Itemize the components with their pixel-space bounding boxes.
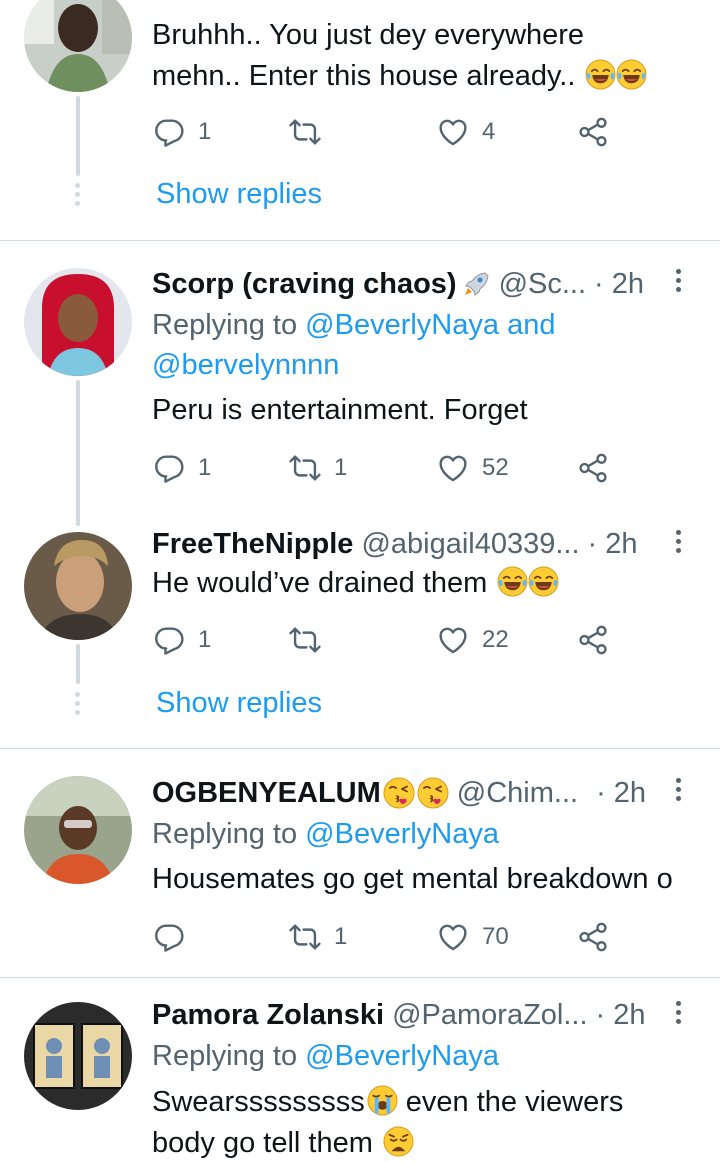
tweet-header: Scorp (craving chaos) @Sc... · 2h: [152, 264, 660, 304]
share-button[interactable]: [576, 448, 610, 488]
avatar[interactable]: [24, 0, 132, 92]
tweet-text: Housemates go get mental breakdown o: [152, 863, 673, 895]
user-handle[interactable]: @Sc...: [499, 264, 586, 304]
share-icon: [576, 920, 610, 954]
laughing-emoji-icon: [497, 566, 528, 597]
display-name[interactable]: OGBENYEALUM: [152, 773, 381, 813]
laughing-emoji-icon: [528, 566, 559, 597]
display-name[interactable]: Pamora Zolanski: [152, 995, 384, 1035]
tweet-actions: 1 1 52: [152, 448, 622, 488]
divider: [0, 240, 720, 241]
retweet-button[interactable]: 1: [288, 917, 347, 957]
reply-icon: [152, 623, 186, 657]
crying-emoji-icon: [367, 1085, 398, 1116]
share-icon: [576, 451, 610, 485]
retweet-button[interactable]: 1: [288, 448, 347, 488]
thread-ellipsis: [74, 183, 82, 210]
retweet-icon: [288, 623, 322, 657]
tweet-text: He would’ve drained them: [152, 563, 700, 604]
tweet-text: Swearsssssssss even the viewers body go …: [152, 1085, 624, 1159]
tweet-header: OGBENYEALUM @Chim... · 2h: [152, 773, 660, 813]
like-button[interactable]: 4: [436, 112, 495, 152]
mention-link[interactable]: @BeverlyNaya: [305, 1040, 499, 1072]
mention-link[interactable]: @bervelynnnn: [152, 349, 339, 381]
reply-button[interactable]: 1: [152, 448, 211, 488]
laughing-emoji-icon: [585, 59, 616, 90]
mention-link[interactable]: @BeverlyNaya: [305, 818, 499, 850]
more-icon[interactable]: [676, 778, 686, 805]
tweet-text: Peru is entertainment. Forget: [152, 394, 528, 426]
retweet-icon: [288, 451, 322, 485]
share-button[interactable]: [576, 112, 610, 152]
weary-emoji-icon: [383, 1126, 414, 1157]
reply-icon: [152, 451, 186, 485]
share-icon: [576, 115, 610, 149]
retweet-icon: [288, 115, 322, 149]
like-button[interactable]: 70: [436, 917, 509, 957]
tweet-text: Bruhhh.. You just dey everywhere mehn.. …: [152, 15, 700, 97]
more-icon[interactable]: [676, 530, 686, 557]
tweet-actions: 1 70: [152, 917, 622, 957]
kissing-emoji-icon: [383, 777, 415, 809]
reply-button[interactable]: [152, 917, 198, 957]
heart-icon: [436, 451, 470, 485]
more-icon[interactable]: [676, 269, 686, 296]
timestamp[interactable]: 2h: [613, 995, 645, 1035]
timestamp[interactable]: 2h: [612, 264, 644, 304]
mention-link[interactable]: @BeverlyNaya: [305, 309, 499, 341]
timestamp[interactable]: 2h: [614, 773, 646, 813]
reply-button[interactable]: 1: [152, 620, 211, 660]
share-button[interactable]: [576, 620, 610, 660]
thread-line: [76, 96, 80, 176]
replying-to: Replying to @BeverlyNaya and @bervelynnn…: [152, 309, 556, 381]
like-button[interactable]: 22: [436, 620, 509, 660]
more-icon[interactable]: [676, 1001, 686, 1028]
avatar[interactable]: [24, 1002, 132, 1110]
share-icon: [576, 623, 610, 657]
user-handle[interactable]: @abigail40339...: [361, 524, 579, 564]
retweet-icon: [288, 920, 322, 954]
display-name[interactable]: FreeTheNipple: [152, 524, 353, 564]
thread-line: [76, 644, 80, 684]
thread-line: [76, 380, 80, 526]
avatar[interactable]: [24, 268, 132, 376]
divider: [0, 977, 720, 978]
tweet-actions: 1 22: [152, 620, 622, 660]
reply-icon: [152, 920, 186, 954]
display-name[interactable]: Scorp (craving chaos): [152, 264, 457, 304]
laughing-emoji-icon: [616, 59, 647, 90]
heart-icon: [436, 623, 470, 657]
replying-to: Replying to @BeverlyNaya: [152, 818, 499, 850]
tweet-header: Pamora Zolanski @PamoraZol... · 2h: [152, 995, 660, 1035]
heart-icon: [436, 115, 470, 149]
avatar[interactable]: [24, 776, 132, 884]
thread-ellipsis: [74, 692, 82, 719]
reply-button[interactable]: 1: [152, 112, 211, 152]
tweet-actions: 1 4: [152, 112, 622, 152]
retweet-button[interactable]: [288, 620, 334, 660]
replying-to: Replying to @BeverlyNaya: [152, 1040, 499, 1072]
like-button[interactable]: 52: [436, 448, 509, 488]
timestamp[interactable]: 2h: [605, 524, 637, 564]
reply-icon: [152, 115, 186, 149]
retweet-button[interactable]: [288, 112, 334, 152]
kissing-emoji-icon: [417, 777, 449, 809]
user-handle[interactable]: @Chim...: [457, 773, 578, 813]
user-handle[interactable]: @PamoraZol...: [392, 995, 587, 1035]
rocket-emoji-icon: [461, 269, 491, 299]
show-replies-link[interactable]: Show replies: [156, 683, 322, 723]
avatar[interactable]: [24, 532, 132, 640]
tweet-header: FreeTheNipple @abigail40339... · 2h: [152, 524, 660, 564]
share-button[interactable]: [576, 917, 610, 957]
show-replies-link[interactable]: Show replies: [156, 174, 322, 214]
divider: [0, 748, 720, 749]
heart-icon: [436, 920, 470, 954]
